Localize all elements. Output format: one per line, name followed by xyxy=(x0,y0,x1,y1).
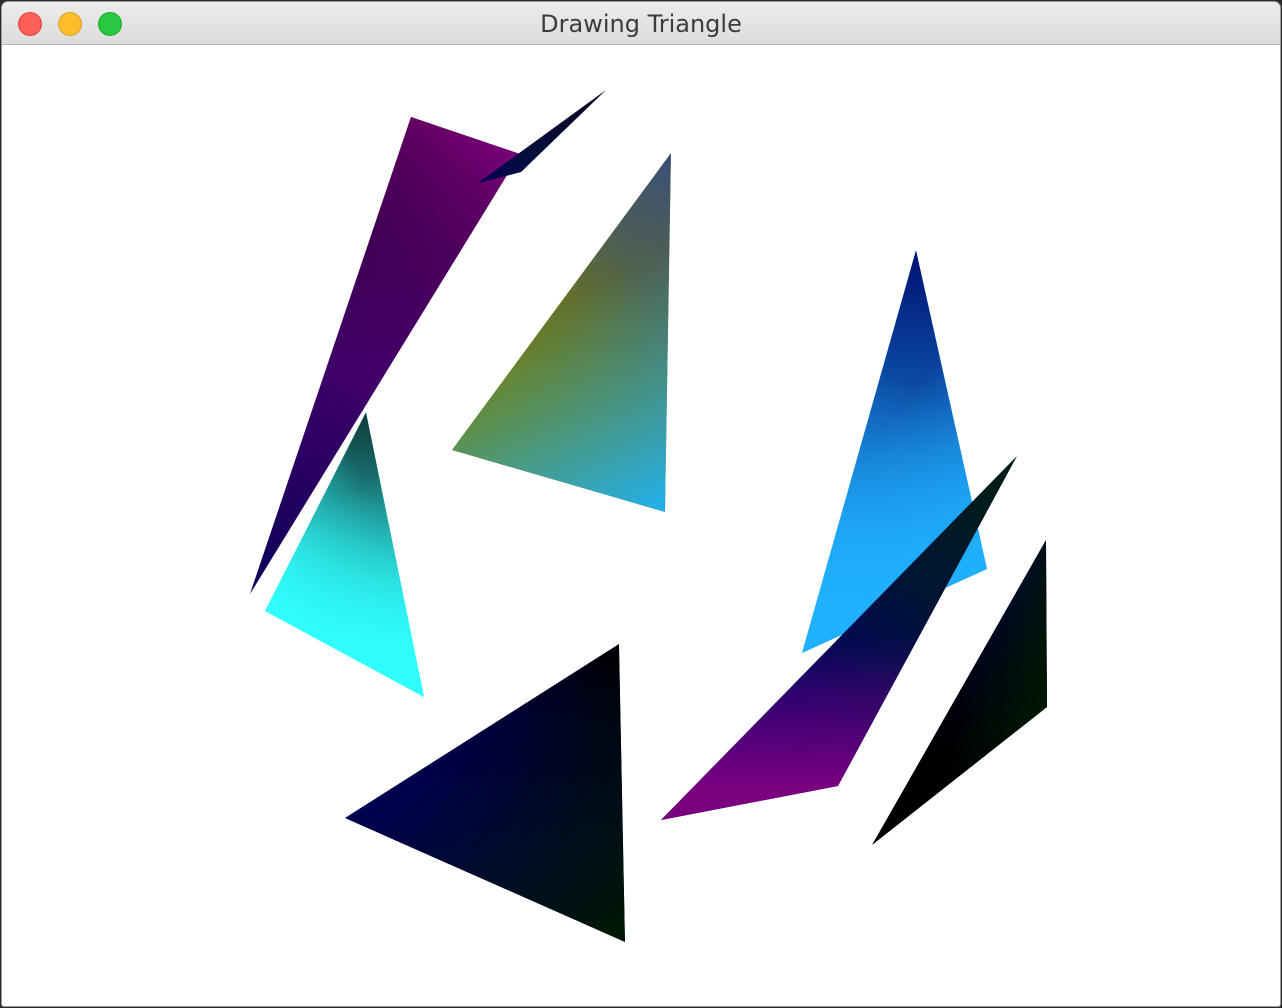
triangle-cyan xyxy=(265,412,424,697)
window-title: Drawing Triangle xyxy=(540,10,742,38)
triangle-scene xyxy=(250,90,1047,942)
triangle-navy-black xyxy=(345,644,625,942)
triangle-dark-sliver xyxy=(478,90,606,183)
drawing-canvas xyxy=(2,45,1280,1006)
app-window: Drawing Triangle xyxy=(2,2,1280,1006)
title-bar[interactable]: Drawing Triangle xyxy=(2,2,1280,45)
